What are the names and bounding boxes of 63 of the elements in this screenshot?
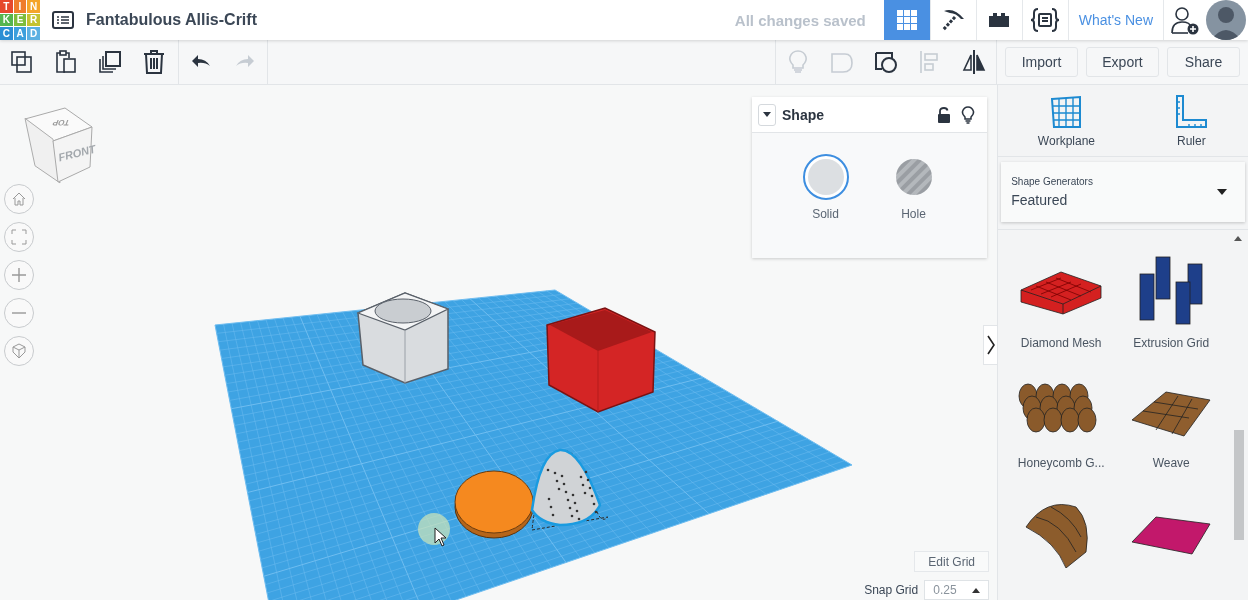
brick-icon bbox=[987, 12, 1012, 28]
brick-mode-button[interactable] bbox=[975, 0, 1022, 40]
square-circle-icon bbox=[873, 49, 899, 75]
action-button[interactable]: Share bbox=[1167, 47, 1240, 77]
grid-icon bbox=[896, 9, 919, 31]
code-mode-button[interactable] bbox=[1021, 0, 1068, 40]
home-icon bbox=[11, 191, 27, 207]
shape-item[interactable]: Weave bbox=[1116, 372, 1227, 470]
hole-option[interactable]: Hole bbox=[889, 153, 938, 221]
add-user-icon bbox=[1170, 5, 1200, 35]
caret-icon bbox=[972, 587, 981, 593]
snap-grid-label: Snap Grid bbox=[864, 583, 919, 597]
solid-option[interactable]: Solid bbox=[801, 153, 850, 221]
logo-letter: E bbox=[13, 13, 27, 27]
pickaxe-icon bbox=[940, 7, 967, 33]
list-icon bbox=[52, 11, 74, 29]
cube-icon bbox=[11, 343, 27, 359]
designs-list-button[interactable] bbox=[52, 11, 74, 29]
logo-letter: R bbox=[27, 13, 40, 27]
logo-letter: K bbox=[0, 13, 13, 27]
fit-view-icon bbox=[11, 229, 27, 245]
chevron-right-icon bbox=[986, 335, 995, 355]
panel-title: Shape bbox=[782, 106, 824, 123]
mirror-icon bbox=[961, 49, 987, 75]
duplicate-icon bbox=[97, 49, 123, 75]
design-title[interactable]: Fantabulous Allis-Crift bbox=[86, 11, 257, 29]
workplane-tool[interactable]: Workplane bbox=[1037, 95, 1095, 148]
save-status: All changes saved bbox=[734, 11, 866, 29]
grid-plane-icon bbox=[1049, 95, 1084, 129]
collapse-button[interactable] bbox=[758, 103, 776, 126]
scroll-up-icon[interactable] bbox=[1234, 236, 1242, 241]
cursor-icon bbox=[434, 527, 447, 547]
ruler-icon bbox=[1174, 95, 1209, 129]
cube-face-label: FRONT bbox=[57, 142, 97, 164]
caret-icon bbox=[763, 112, 771, 117]
shape-generators-dropdown[interactable]: Shape Generators Featured bbox=[1001, 162, 1245, 222]
logo-letter: A bbox=[13, 27, 27, 40]
shape-item[interactable]: Extrusion Grid bbox=[1116, 252, 1227, 350]
pickaxe-mode-button[interactable] bbox=[929, 0, 976, 40]
paste-icon bbox=[53, 49, 79, 75]
minus-icon bbox=[11, 312, 27, 314]
user-avatar[interactable] bbox=[1206, 0, 1246, 40]
collapse-panel-button[interactable] bbox=[983, 325, 998, 365]
code-blocks-icon bbox=[1030, 7, 1061, 33]
delete-icon bbox=[141, 49, 167, 75]
unlocked-lock-icon[interactable] bbox=[937, 106, 951, 123]
action-button[interactable]: Import bbox=[1005, 47, 1078, 77]
action-button[interactable]: Export bbox=[1086, 47, 1159, 77]
logo-letter: I bbox=[13, 0, 27, 13]
logo-letter: C bbox=[0, 27, 13, 40]
lightbulb-icon[interactable] bbox=[961, 105, 975, 124]
caret-icon bbox=[1217, 189, 1227, 195]
scrollbar-thumb[interactable] bbox=[1234, 430, 1244, 540]
logo-letter: N bbox=[27, 0, 40, 13]
shape-item[interactable]: Honeycomb G... bbox=[1006, 372, 1117, 470]
shape-item[interactable]: Diamond Mesh bbox=[1006, 252, 1117, 350]
copy-icon bbox=[9, 49, 35, 75]
edit-grid-button[interactable]: Edit Grid bbox=[914, 551, 990, 572]
logo-letter: D bbox=[27, 27, 40, 40]
ruler-tool[interactable]: Ruler bbox=[1174, 95, 1209, 148]
plus-icon bbox=[11, 267, 27, 283]
cube-face-label: TOP bbox=[51, 118, 71, 127]
logo-letter: T bbox=[0, 0, 13, 13]
